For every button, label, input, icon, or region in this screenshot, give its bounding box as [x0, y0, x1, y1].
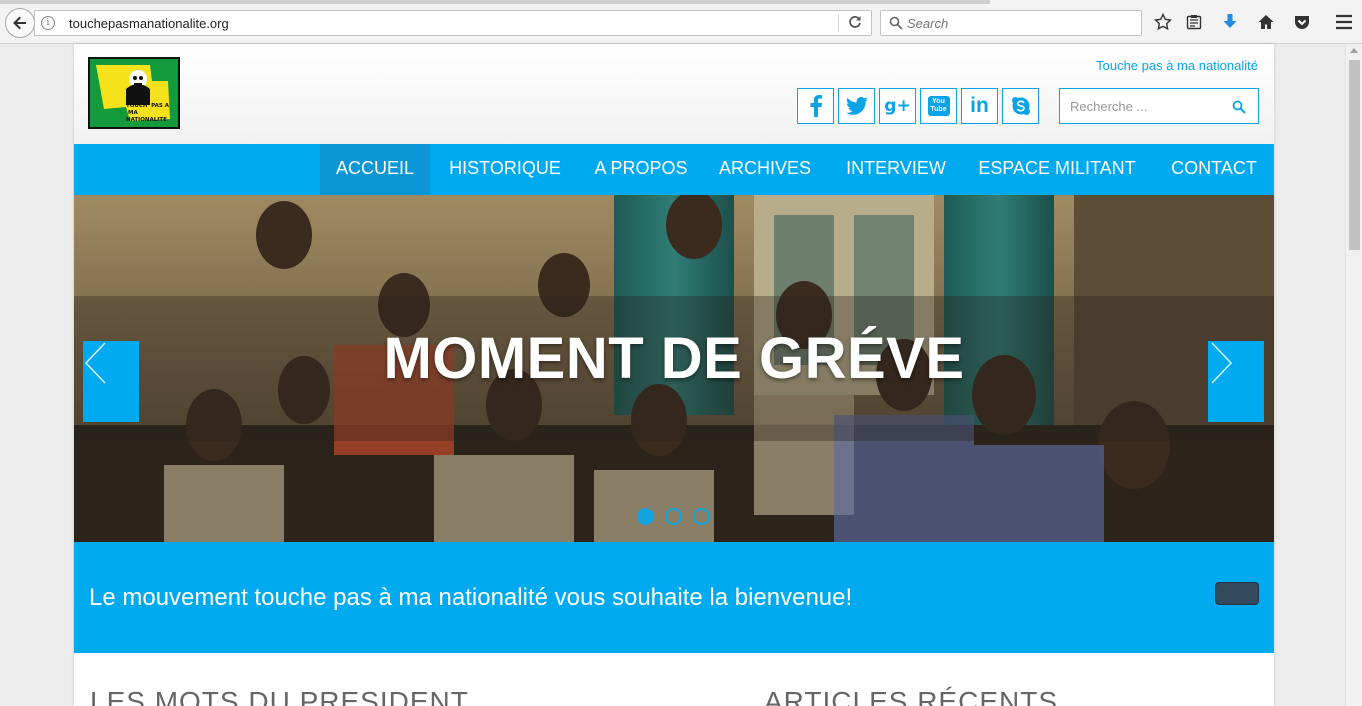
chevron-right-icon — [1211, 342, 1233, 384]
nav-item-a-propos[interactable]: A PROPOS — [586, 144, 696, 195]
nav-item-archives[interactable]: ARCHIVES — [712, 144, 818, 195]
slider-next-button[interactable] — [1208, 341, 1264, 422]
slider-prev-button[interactable] — [83, 341, 139, 422]
linkedin-icon[interactable]: in — [961, 88, 998, 124]
browser-toolbar: i touchepasmanationalite.org Search — [0, 0, 1362, 44]
address-bar[interactable]: i touchepasmanationalite.org — [34, 10, 872, 36]
youtube-icon[interactable]: You Tube — [920, 88, 957, 124]
site-page: TOUCH' PAS A MA NATIONALITE Touche pas à… — [74, 44, 1274, 706]
twitter-icon[interactable] — [838, 88, 875, 124]
url-text[interactable]: touchepasmanationalite.org — [69, 16, 229, 31]
info-icon[interactable]: i — [41, 16, 55, 30]
back-arrow-icon — [13, 16, 26, 30]
site-tagline[interactable]: Touche pas à ma nationalité — [1096, 58, 1258, 73]
site-logo[interactable]: TOUCH' PAS A MA NATIONALITE — [88, 57, 180, 129]
main-nav: ACCUEIL HISTORIQUE A PROPOS ARCHIVES INT… — [74, 144, 1274, 195]
home-icon[interactable] — [1256, 12, 1276, 32]
menu-icon[interactable] — [1334, 12, 1354, 32]
skype-icon[interactable] — [1002, 88, 1039, 124]
facebook-icon[interactable] — [797, 88, 834, 124]
browser-search-placeholder: Search — [907, 16, 949, 31]
nav-item-espace-militant[interactable]: ESPACE MILITANT — [972, 144, 1142, 195]
section-title-recent-articles: ARTICLES RÉCENTS — [764, 686, 1058, 706]
youtube-label: You Tube — [927, 96, 950, 116]
download-icon[interactable] — [1220, 12, 1240, 32]
slider-dot-2[interactable] — [665, 508, 682, 525]
scrollbar-thumb[interactable] — [1349, 60, 1360, 250]
welcome-banner: Le mouvement touche pas à ma nationalité… — [74, 542, 1274, 653]
chevron-left-icon — [84, 342, 106, 384]
search-icon — [889, 16, 903, 30]
google-plus-icon[interactable]: g+ — [879, 88, 916, 124]
section-title-president: LES MOTS DU PRESIDENT — [90, 686, 469, 706]
site-header: TOUCH' PAS A MA NATIONALITE Touche pas à… — [74, 44, 1274, 144]
nav-item-accueil[interactable]: ACCUEIL — [320, 144, 430, 195]
nav-item-contact[interactable]: CONTACT — [1160, 144, 1268, 195]
welcome-button[interactable] — [1215, 582, 1259, 605]
logo-line-3: NATIONALITE — [126, 117, 167, 123]
star-icon[interactable] — [1153, 12, 1173, 32]
logo-line-1: TOUCH' PAS A — [126, 103, 170, 109]
slider-dot-1[interactable] — [637, 508, 654, 525]
logo-line-2: MA — [128, 110, 138, 116]
slide-title: MOMENT DE GRÉVE — [383, 326, 965, 391]
address-divider — [838, 14, 839, 32]
browser-search-box[interactable]: Search — [880, 10, 1142, 36]
nav-item-interview[interactable]: INTERVIEW — [836, 144, 956, 195]
reading-list-icon[interactable] — [1184, 12, 1204, 32]
hero-slider: MOMENT DE GRÉVE — [74, 195, 1274, 542]
welcome-text: Le mouvement touche pas à ma nationalité… — [89, 584, 853, 611]
page-scrollbar[interactable] — [1345, 44, 1362, 706]
reload-icon[interactable] — [848, 15, 862, 32]
scroll-up-icon[interactable] — [1350, 48, 1358, 53]
back-button[interactable] — [5, 8, 35, 38]
pocket-icon[interactable] — [1292, 12, 1312, 32]
site-search-input[interactable]: Recherche ... — [1059, 88, 1259, 124]
slider-dot-3[interactable] — [693, 508, 710, 525]
search-icon[interactable] — [1232, 100, 1246, 114]
logo-image: TOUCH' PAS A MA NATIONALITE — [90, 59, 178, 127]
site-search-placeholder: Recherche ... — [1070, 99, 1148, 114]
tab-strip — [0, 0, 990, 4]
nav-item-historique[interactable]: HISTORIQUE — [440, 144, 570, 195]
